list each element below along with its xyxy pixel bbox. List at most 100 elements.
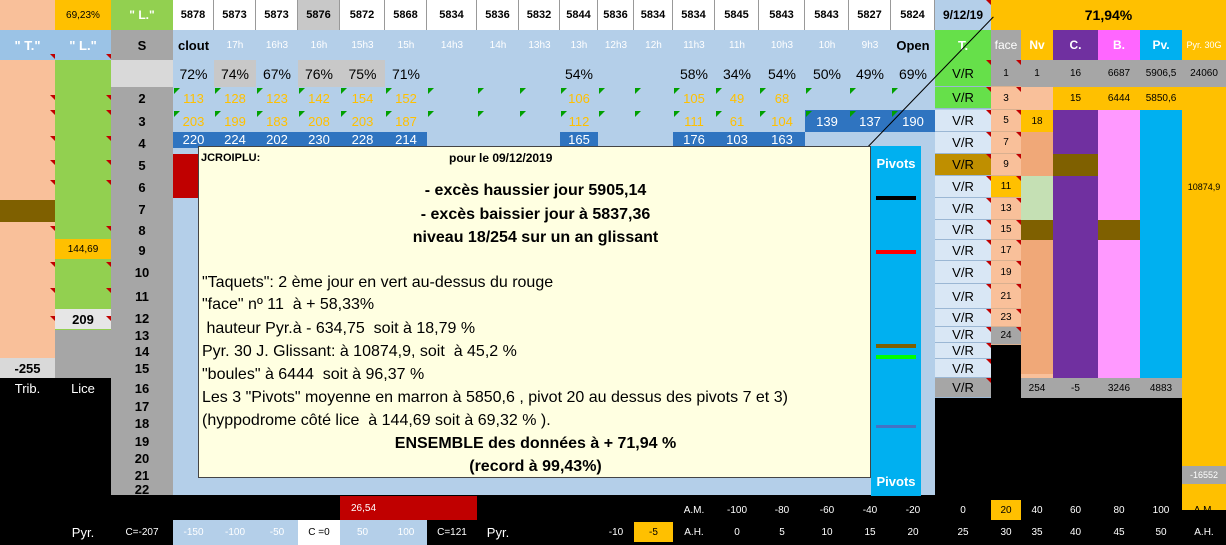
row3-cell: 183 — [256, 110, 298, 132]
vr-cell: V/R — [935, 87, 991, 109]
vr-cell: V/R — [935, 198, 991, 220]
popup-bold-line: - excès baissier jour à 5837,36 — [420, 206, 651, 223]
L-grey-cell — [55, 330, 111, 378]
pivot-line-black — [876, 196, 916, 200]
vr-cell: V/R — [935, 343, 991, 359]
row2-cell — [634, 87, 673, 110]
top-value-cell: 5876 — [298, 0, 340, 30]
ah-scale-value: 0 — [734, 526, 740, 538]
S-row-number: 11 — [135, 289, 149, 304]
B-row2: 6444 — [1098, 87, 1140, 110]
comment-marker — [49, 95, 55, 101]
B-brown — [1098, 220, 1140, 240]
red-block — [173, 154, 198, 198]
row3-cell — [427, 110, 477, 132]
popup-text-line: Pyr. 30 J. Glissant: à 10874,9, soit à 4… — [202, 343, 517, 360]
Pv-bottom: 4883 — [1140, 378, 1182, 398]
S-row-number: 21 — [134, 467, 150, 483]
Nv-bottom: 254 — [1021, 378, 1053, 398]
row2-cell: 154 — [340, 87, 385, 110]
L-column — [55, 30, 111, 330]
pct-cell — [477, 60, 519, 87]
pct-cell — [634, 60, 673, 87]
top-value-cell: 5872 — [340, 0, 385, 30]
am-scale-value: -20 — [905, 504, 921, 516]
row3-cell — [477, 110, 519, 132]
top-value-cell: 5824 — [891, 0, 935, 30]
face-number: 21 — [991, 284, 1021, 309]
pct-cell: 71% — [391, 65, 421, 82]
S-row-number: 16 — [134, 380, 150, 396]
C-bottom: -5 — [1053, 378, 1098, 398]
Pyr30-row1: 24060 — [1182, 60, 1226, 87]
vr-cell: V/R — [935, 154, 991, 176]
comment-marker — [49, 288, 55, 294]
Pyr30-mid: 10874,9 — [1187, 182, 1221, 192]
top-value-cell: 5873 — [256, 0, 298, 30]
row2-cell: 68 — [759, 87, 805, 110]
pivots-label-top: Pivots — [876, 155, 916, 171]
face-number: 1 — [991, 60, 1021, 87]
top-value-cell: 5832 — [519, 0, 560, 30]
bottom-scale-cell: -150 — [173, 520, 214, 545]
S-row-number: 7 — [138, 201, 146, 217]
am-end-label: A.M. — [1193, 504, 1215, 516]
am-scale-value: 60 — [1069, 504, 1082, 516]
am-scale-value: 20 — [991, 500, 1021, 520]
popup-date: pour le 09/12/2019 — [449, 151, 553, 165]
bottom-red-block — [427, 496, 477, 520]
face-number: 11 — [991, 176, 1021, 198]
pct-cell: 34% — [722, 65, 752, 82]
bottom-scale-cell: C =0 — [298, 520, 340, 545]
bottom-scale-cell: -50 — [256, 520, 298, 545]
row3-cell: 203 — [340, 110, 385, 132]
S-row-number: 6 — [138, 179, 146, 195]
ah-scale-value: 35 — [1031, 526, 1043, 538]
row2-cell: 105 — [673, 87, 715, 110]
top-value-cell: 5834 — [673, 0, 715, 30]
time-header: 17h — [226, 39, 244, 51]
ah-scale-value: 20 — [907, 526, 919, 538]
T-column — [0, 30, 55, 358]
top-value-cell: 5845 — [715, 0, 759, 30]
am-scale-value: 0 — [960, 504, 966, 516]
S-row-number: 9 — [138, 243, 146, 258]
S-row-number: 18 — [134, 416, 150, 431]
am-scale-value: -100 — [726, 504, 747, 516]
ah-end-label: A.H. — [1194, 526, 1214, 538]
pct-cell: 54% — [767, 65, 797, 82]
face-number: 9 — [991, 154, 1021, 176]
Nv-green — [1021, 176, 1053, 224]
S-row-number: 8 — [138, 222, 146, 238]
top-value-cell: 5834 — [634, 0, 673, 30]
ah-pre-value: -5 — [634, 522, 673, 542]
row3-cell: 187 — [385, 110, 427, 132]
pct-cell: 49% — [855, 65, 885, 82]
face-number: 19 — [991, 261, 1021, 284]
row2-cell: 128 — [214, 87, 256, 110]
vr-cell: V/R — [935, 176, 991, 198]
pct-cell: 58% — [679, 65, 709, 82]
top-value-cell: 5834 — [427, 0, 477, 30]
row3-cell: 139 — [805, 110, 849, 132]
S-row-number: 10 — [134, 265, 150, 280]
S-row-number: 19 — [134, 433, 150, 449]
S-row-number: 3 — [138, 113, 146, 129]
bottom-scale-cell: -100 — [214, 520, 256, 545]
row2-cell — [519, 87, 560, 110]
top-value-cell: 5873 — [214, 0, 256, 30]
S-row-number: 14 — [134, 343, 150, 359]
top-value-cell: 5868 — [385, 0, 427, 30]
vr-cell: V/R — [935, 327, 991, 343]
pct-cell: 54% — [564, 65, 594, 82]
bottom-scale-cell: C=-207 — [111, 520, 173, 545]
popup-text-line: hauteur Pyr.à - 634,75 soit à 18,79 % — [202, 320, 476, 337]
face-number: 17 — [991, 240, 1021, 261]
am-scale-value: -60 — [819, 504, 835, 516]
face-number: 7 — [991, 132, 1021, 154]
ah-scale-value: 5 — [779, 526, 785, 538]
vr-cell: V/R — [935, 60, 991, 87]
S-row-number: 20 — [134, 451, 150, 466]
ah-scale-value: 40 — [1069, 526, 1082, 538]
T-header: " T." — [0, 30, 55, 60]
